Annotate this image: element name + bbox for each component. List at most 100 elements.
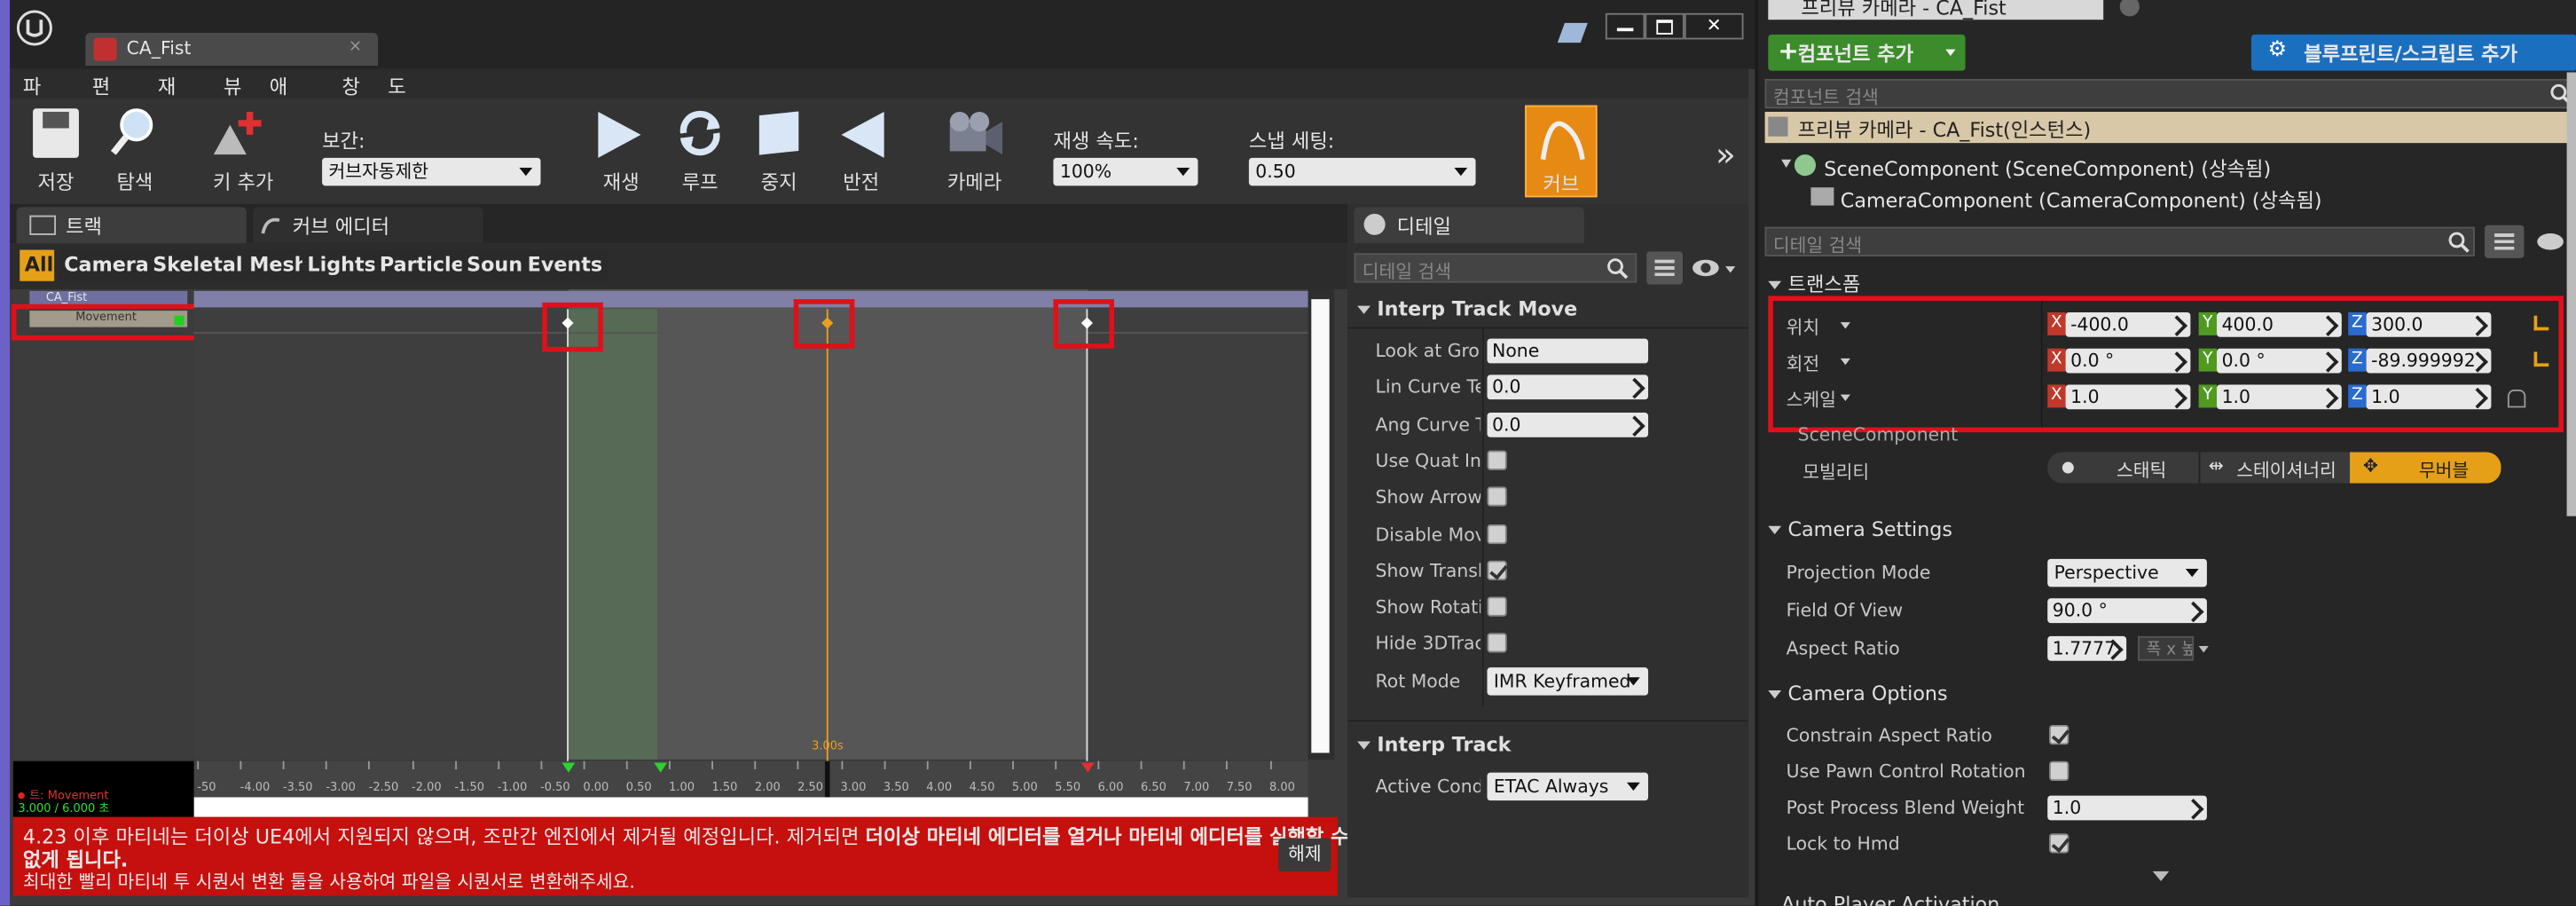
add-blueprint-button[interactable]: ⚙ 블루프린트/스크립트 추가: [2250, 34, 2576, 71]
chevron-down-icon[interactable]: [2198, 646, 2209, 653]
detail-row-label: Show Arrow a: [1375, 486, 1481, 508]
tab-details[interactable]: 디테일: [1354, 207, 1584, 244]
view-grid-icon[interactable]: [1646, 251, 1683, 285]
section-transform[interactable]: 트랜스폼: [1768, 270, 1860, 297]
tab-curve-editor[interactable]: 커브 에디터: [253, 207, 483, 244]
right-detail-search-input[interactable]: 디테일 검색: [1764, 226, 2475, 256]
loop-icon[interactable]: [674, 108, 726, 158]
details-search-input[interactable]: 디테일 검색: [1354, 253, 1637, 283]
timeline-scrollbar[interactable]: [1308, 289, 1335, 760]
reverse-icon[interactable]: [841, 111, 884, 158]
component-search-input[interactable]: 컴포넌트 검색: [1764, 78, 2576, 109]
detail-checkbox[interactable]: [1487, 596, 1507, 617]
expand-more-icon[interactable]: [2152, 871, 2170, 881]
pawn-rotation-checkbox[interactable]: [2049, 760, 2069, 781]
right-view-grid-icon[interactable]: [2484, 225, 2525, 258]
save-icon[interactable]: [33, 108, 79, 158]
right-visibility-eye-icon[interactable]: [2537, 233, 2564, 250]
interp-mode-dropdown[interactable]: 커브자동제한: [322, 157, 541, 186]
section-camera-settings[interactable]: Camera Settings: [1768, 518, 1952, 540]
visibility-eye-icon[interactable]: [1692, 259, 1719, 277]
section-interp-track[interactable]: Interp Track: [1357, 733, 1511, 756]
ruler-tick-mark: [412, 760, 413, 769]
ruler-tick-mark: [368, 760, 371, 769]
status-track-dot-icon: [18, 792, 25, 800]
constrain-aspect-checkbox[interactable]: [2049, 724, 2069, 745]
ruler-tick-label: 1.50: [711, 780, 738, 794]
close-tab-icon[interactable]: ×: [349, 38, 363, 56]
snap-dropdown[interactable]: 0.50: [1248, 157, 1476, 186]
fov-input[interactable]: 90.0 °: [2047, 598, 2207, 624]
detail-row-label: Rot Mode: [1375, 670, 1461, 692]
toolbar-overflow-icon[interactable]: »: [1716, 135, 1736, 174]
filter-events[interactable]: Events: [522, 249, 608, 281]
right-scrollbar[interactable]: [2566, 72, 2576, 516]
document-tab[interactable]: CA_Fist ×: [85, 33, 379, 67]
filter-all[interactable]: All: [20, 249, 55, 281]
close-window-button[interactable]: ✕: [1684, 12, 1744, 40]
projection-mode-dropdown[interactable]: Perspective: [2047, 558, 2207, 587]
detail-row-label: Disable Move: [1375, 524, 1481, 546]
ruler-tick-mark: [840, 760, 843, 769]
reverse-button[interactable]: 반전: [831, 168, 891, 195]
detail-checkbox[interactable]: [1487, 560, 1507, 580]
curve-button[interactable]: 커브: [1525, 105, 1598, 198]
loop-button[interactable]: 루프: [671, 168, 730, 195]
stop-button[interactable]: 중지: [750, 168, 809, 195]
blend-weight-input[interactable]: 1.0: [2047, 795, 2207, 821]
section-interp-track-move[interactable]: Interp Track Move: [1357, 297, 1577, 320]
add-key-button[interactable]: 키 추가: [200, 168, 286, 195]
mobility-movable-label: 무버블: [2418, 460, 2470, 482]
look-at-group-input[interactable]: None: [1487, 338, 1649, 364]
instance-row[interactable]: 프리뷰 카메라 - CA_Fist(인스턴스): [1764, 111, 2576, 144]
interp-label: 보간:: [322, 130, 365, 154]
visibility-dropdown-icon[interactable]: [1725, 266, 1736, 273]
play-button[interactable]: 재생: [592, 168, 651, 195]
add-key-icon[interactable]: [210, 108, 270, 158]
detail-checkbox[interactable]: [1487, 633, 1507, 654]
filter-lights[interactable]: Lights: [302, 249, 381, 281]
menu-item-3[interactable]: 뷰: [224, 73, 241, 100]
detail-checkbox[interactable]: [1487, 524, 1507, 544]
collapse-arrow-icon: [1768, 280, 1782, 290]
dismiss-button[interactable]: 해제: [1278, 838, 1331, 871]
rot-mode-dropdown[interactable]: IMR Keyframed: [1487, 666, 1649, 696]
transform-header-label: 트랜스폼: [1787, 272, 1861, 296]
curve-tension-input[interactable]: 0.0: [1487, 412, 1649, 437]
mobility-static-option[interactable]: 스태틱: [2047, 452, 2198, 483]
minimize-button[interactable]: [1605, 12, 1645, 40]
camera-icon[interactable]: [943, 108, 1005, 161]
unreal-logo-icon[interactable]: [16, 10, 53, 46]
speed-dropdown[interactable]: 100%: [1053, 157, 1198, 186]
ruler-tick-label: 3.00: [840, 780, 867, 794]
add-component-button[interactable]: + 컴포넌트 추가: [1768, 34, 1966, 71]
detail-checkbox[interactable]: [1487, 450, 1507, 470]
tab-track[interactable]: 트랙: [16, 207, 247, 244]
camera-component-row[interactable]: CameraComponent (CameraComponent) (상속됨): [1808, 184, 2564, 213]
find-icon[interactable]: [108, 106, 158, 158]
collapse-arrow-icon: [1768, 525, 1782, 535]
mobility-stationary-option[interactable]: ⇹ 스테이셔너리: [2198, 452, 2352, 484]
ruler-scroll-strip[interactable]: [193, 797, 1308, 817]
save-button[interactable]: 저장: [23, 168, 89, 195]
active-condition-dropdown[interactable]: ETAC Always: [1487, 772, 1649, 801]
aspect-preset-dropdown[interactable]: 폭 x 높: [2138, 635, 2195, 661]
ruler-tick-label: 2.00: [754, 780, 781, 794]
ruler-tick-label: 5.00: [1011, 780, 1038, 794]
maximize-button[interactable]: [1645, 12, 1685, 40]
menu-item-5[interactable]: 창: [342, 73, 359, 100]
section-camera-options[interactable]: Camera Options: [1768, 682, 1948, 705]
detail-checkbox[interactable]: [1487, 486, 1507, 507]
lock-hmd-checkbox[interactable]: [2049, 833, 2069, 854]
find-button[interactable]: 탐색: [102, 168, 168, 195]
auto-player-activation-label: Auto Player Activation: [1781, 892, 2000, 906]
curve-tension-input[interactable]: 0.0: [1487, 374, 1649, 400]
mobility-movable-option[interactable]: ✥ 무버블: [2350, 452, 2501, 484]
stop-icon[interactable]: [758, 111, 799, 155]
search-icon: [1607, 258, 1629, 280]
ruler-tick-mark: [282, 760, 285, 769]
aspect-ratio-input[interactable]: 1.7777: [2047, 635, 2127, 661]
scene-component-row[interactable]: SceneComponent (SceneComponent) (상속됨): [1781, 153, 2570, 182]
camera-button[interactable]: 카메라: [937, 168, 1012, 195]
play-icon[interactable]: [598, 111, 641, 158]
